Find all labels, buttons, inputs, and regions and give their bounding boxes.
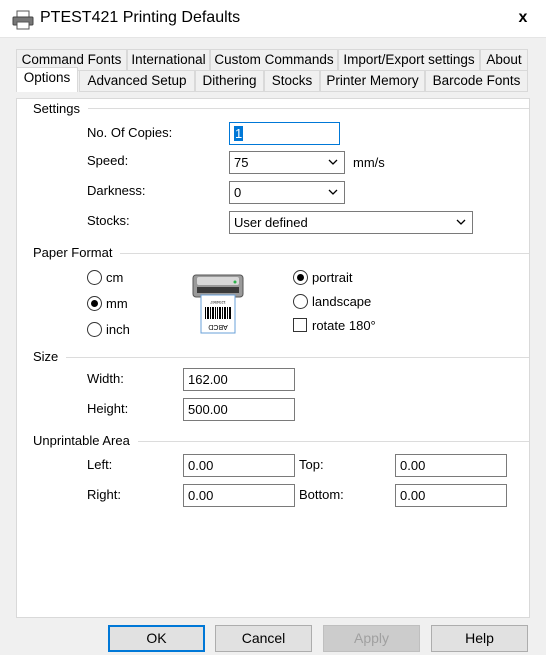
settings-group-line <box>33 108 529 109</box>
printer-preview-image: ABCD 1234567 <box>192 274 244 334</box>
title-bar: PTEST421 Printing Defaults x <box>0 0 546 38</box>
tab-about[interactable]: About <box>480 49 528 71</box>
height-label: Height: <box>87 401 129 416</box>
stocks-select[interactable]: User defined <box>229 211 473 234</box>
left-input[interactable]: 0.00 <box>183 454 295 477</box>
dialog-body: Command Fonts International Custom Comma… <box>0 38 546 655</box>
copies-input[interactable]: 1 <box>229 122 340 145</box>
width-label: Width: <box>87 371 124 386</box>
stocks-value: User defined <box>234 215 308 230</box>
portrait-label: portrait <box>312 270 353 285</box>
cancel-button[interactable]: Cancel <box>215 625 312 652</box>
right-label: Right: <box>87 487 121 502</box>
settings-group-label: Settings <box>33 101 88 116</box>
speed-value: 75 <box>234 155 249 170</box>
unprintable-group-label: Unprintable Area <box>33 433 138 448</box>
left-label: Left: <box>87 457 113 472</box>
tab-import-export-settings[interactable]: Import/Export settings <box>338 49 480 71</box>
speed-select[interactable]: 75 <box>229 151 345 174</box>
top-input[interactable]: 0.00 <box>395 454 507 477</box>
ok-button[interactable]: OK <box>108 625 205 652</box>
left-value: 0.00 <box>188 458 214 473</box>
rotate-180-label: rotate 180° <box>312 318 376 333</box>
darkness-label: Darkness: <box>87 183 146 198</box>
size-group-label: Size <box>33 349 67 364</box>
top-label: Top: <box>299 457 324 472</box>
bottom-input[interactable]: 0.00 <box>395 484 507 507</box>
rotate-180-checkbox[interactable] <box>293 318 307 332</box>
darkness-value: 0 <box>234 185 242 200</box>
landscape-radio[interactable] <box>293 294 308 309</box>
unit-mm-label: mm <box>106 296 128 311</box>
unit-cm-radio[interactable] <box>87 270 102 285</box>
printer-icon <box>12 10 34 30</box>
options-panel: Settings No. Of Copies: 1 Speed: 75 mm/s… <box>16 98 530 618</box>
darkness-select[interactable]: 0 <box>229 181 345 204</box>
width-input[interactable]: 162.00 <box>183 368 295 391</box>
right-input[interactable]: 0.00 <box>183 484 295 507</box>
landscape-label: landscape <box>312 294 372 309</box>
speed-unit: mm/s <box>353 155 385 170</box>
right-value: 0.00 <box>188 488 214 503</box>
chevron-down-icon <box>328 159 338 165</box>
bottom-value: 0.00 <box>400 488 426 503</box>
chevron-down-icon <box>328 189 338 195</box>
unit-cm-label: cm <box>106 270 124 285</box>
tab-advanced-setup[interactable]: Advanced Setup <box>79 70 195 92</box>
copies-label: No. Of Copies: <box>87 125 173 140</box>
chevron-down-icon <box>456 219 466 225</box>
close-icon: x <box>518 9 528 26</box>
preview-number: 1234567 <box>209 300 225 305</box>
unit-inch-radio[interactable] <box>87 322 102 337</box>
height-value: 500.00 <box>188 402 228 417</box>
stocks-label: Stocks: <box>87 213 130 228</box>
preview-text: ABCD <box>208 323 227 330</box>
tab-international[interactable]: International <box>127 49 210 71</box>
top-value: 0.00 <box>400 458 426 473</box>
tab-custom-commands[interactable]: Custom Commands <box>210 49 338 71</box>
size-group-line <box>33 357 529 358</box>
speed-label: Speed: <box>87 153 129 168</box>
paper-format-group-label: Paper Format <box>33 245 121 260</box>
window-title: PTEST421 Printing Defaults <box>40 9 241 26</box>
width-value: 162.00 <box>188 372 228 387</box>
unit-inch-label: inch <box>106 322 130 337</box>
copies-value: 1 <box>234 126 244 141</box>
help-button[interactable]: Help <box>431 625 528 652</box>
close-button[interactable]: x <box>500 0 546 36</box>
tab-barcode-fonts[interactable]: Barcode Fonts <box>425 70 528 92</box>
tab-dithering[interactable]: Dithering <box>195 70 264 92</box>
apply-button[interactable]: Apply <box>323 625 420 652</box>
tab-printer-memory[interactable]: Printer Memory <box>320 70 425 92</box>
height-input[interactable]: 500.00 <box>183 398 295 421</box>
tab-stocks[interactable]: Stocks <box>264 70 320 92</box>
tab-options[interactable]: Options <box>16 67 78 92</box>
bottom-label: Bottom: <box>299 487 344 502</box>
portrait-radio[interactable] <box>293 270 308 285</box>
unit-mm-radio[interactable] <box>87 296 102 311</box>
